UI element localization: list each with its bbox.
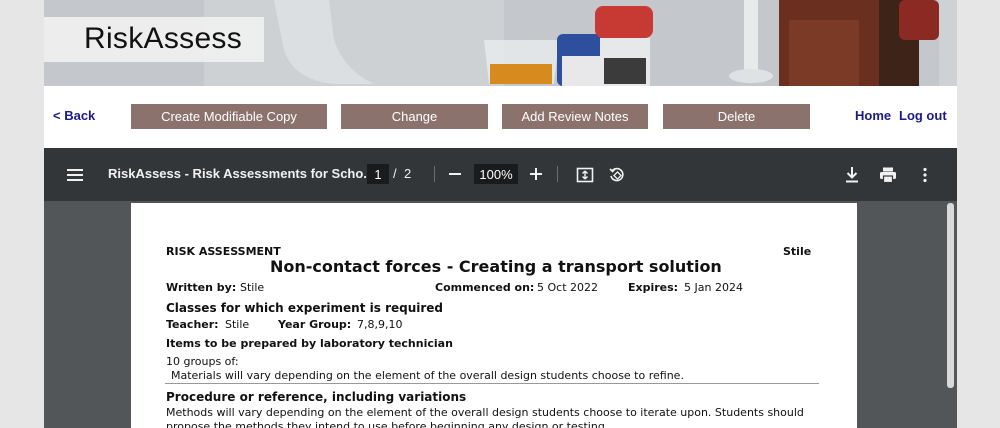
delete-button[interactable]: Delete: [663, 104, 810, 129]
procedure-line-2: propose the methods they intend to use b…: [166, 420, 609, 428]
teacher-value: Stile: [225, 318, 250, 331]
app-logo[interactable]: RiskAssess: [84, 22, 242, 56]
commenced-label: Commenced on:: [435, 281, 535, 294]
rotate-icon[interactable]: [606, 164, 628, 186]
more-options-icon[interactable]: [915, 164, 935, 186]
add-review-notes-button[interactable]: Add Review Notes: [502, 104, 648, 129]
doc-title: Non-contact forces - Creating a transpor…: [270, 257, 722, 276]
expires-label: Expires:: [628, 281, 679, 294]
groups-text: 10 groups of:: [166, 355, 239, 368]
year-group-label: Year Group:: [278, 318, 352, 331]
download-icon[interactable]: [841, 164, 863, 186]
pdf-toolbar: RiskAssess - Risk Assessments for Scho..…: [44, 148, 957, 201]
menu-icon[interactable]: [66, 165, 86, 185]
zoom-out-icon[interactable]: [445, 164, 465, 184]
procedure-heading: Procedure or reference, including variat…: [166, 390, 467, 404]
procedure-line-1: Methods will vary depending on the eleme…: [166, 406, 804, 419]
logout-link[interactable]: Log out: [899, 108, 947, 123]
change-button[interactable]: Change: [341, 104, 488, 129]
materials-text: Materials will vary depending on the ele…: [171, 369, 684, 382]
print-icon[interactable]: [877, 164, 899, 186]
doc-header-right: Stile: [783, 245, 812, 258]
zoom-in-icon[interactable]: [526, 164, 546, 184]
written-by-label: Written by:: [166, 281, 237, 294]
home-link[interactable]: Home: [855, 108, 891, 123]
classes-heading: Classes for which experiment is required: [166, 301, 444, 315]
header-banner: RiskAssess: [44, 0, 957, 86]
page-separator: /: [393, 166, 397, 181]
divider: [434, 166, 435, 182]
page-number-input[interactable]: 1: [367, 164, 389, 184]
page-total: 2: [404, 166, 412, 181]
back-link[interactable]: < Back: [53, 108, 95, 123]
pdf-page: RISK ASSESSMENT Stile Non-contact forces…: [131, 203, 857, 428]
document-title: RiskAssess - Risk Assessments for Scho..…: [108, 166, 375, 181]
teacher-label: Teacher:: [166, 318, 219, 331]
action-bar: < Back Create Modifiable Copy Change Add…: [44, 86, 957, 148]
year-group-value: 7,8,9,10: [357, 318, 403, 331]
scrollbar-thumb[interactable]: [947, 203, 954, 388]
expires-value: 5 Jan 2024: [684, 281, 743, 294]
written-by-value: Stile: [240, 281, 265, 294]
items-heading: Items to be prepared by laboratory techn…: [166, 337, 453, 350]
doc-header-left: RISK ASSESSMENT: [166, 245, 281, 258]
section-divider: [165, 383, 819, 384]
zoom-level-input[interactable]: 100%: [474, 164, 518, 184]
pdf-viewer: RiskAssess - Risk Assessments for Scho..…: [44, 148, 957, 428]
commenced-value: 5 Oct 2022: [537, 281, 599, 294]
divider: [557, 166, 558, 182]
page: { "banner": { "logo": "RiskAssess" }, "n…: [0, 0, 1000, 428]
fit-page-icon[interactable]: [574, 164, 596, 186]
create-modifiable-copy-button[interactable]: Create Modifiable Copy: [131, 104, 327, 129]
